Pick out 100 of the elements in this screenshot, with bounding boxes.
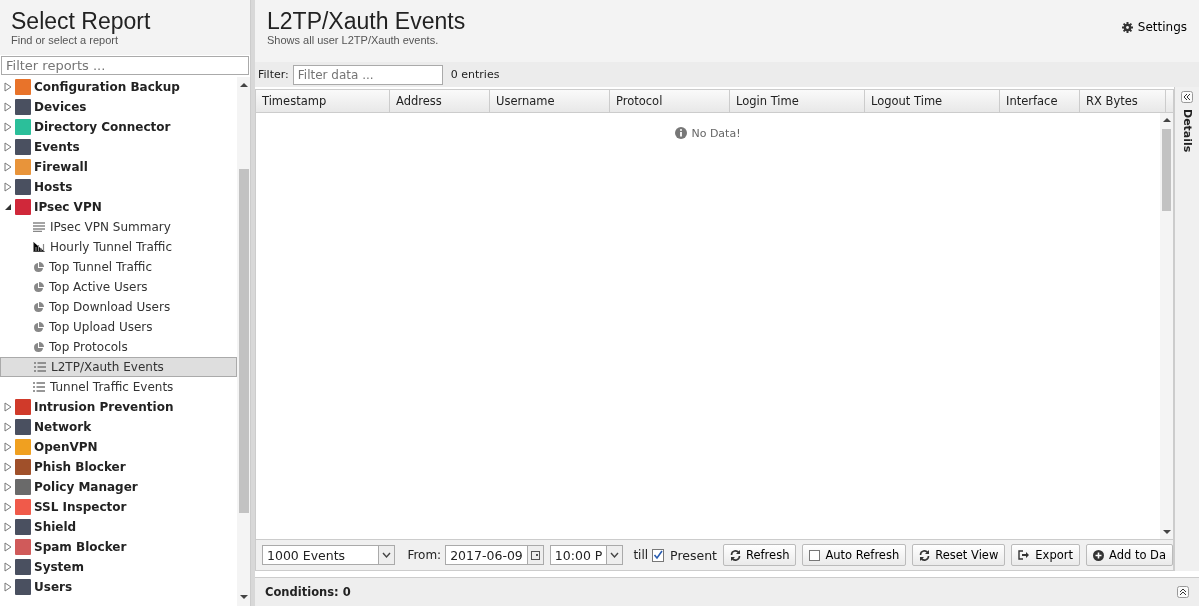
expand-arrow-icon[interactable]: [4, 542, 12, 552]
report-item[interactable]: Top Protocols: [0, 337, 237, 357]
bar-chart-icon: [33, 242, 45, 252]
toolbar-button[interactable]: Refresh: [723, 544, 797, 566]
column-header[interactable]: Address: [390, 90, 490, 112]
expand-panel-icon[interactable]: [1181, 91, 1193, 103]
filter-label: Filter:: [258, 68, 289, 81]
scroll-down-icon[interactable]: [1162, 529, 1171, 535]
report-item[interactable]: L2TP/Xauth Events: [0, 357, 237, 377]
expand-arrow-icon[interactable]: [4, 182, 12, 192]
expand-arrow-icon[interactable]: [4, 522, 12, 532]
checkbox-icon: [809, 549, 821, 561]
category-label[interactable]: Configuration Backup: [34, 80, 180, 94]
limit-select[interactable]: 1000 Events: [262, 545, 396, 565]
category-label[interactable]: Directory Connector: [34, 120, 171, 134]
expand-arrow-icon[interactable]: [4, 502, 12, 512]
expand-arrow-icon[interactable]: [4, 462, 12, 472]
category-label[interactable]: Shield: [34, 520, 77, 534]
column-header[interactable]: Username: [490, 90, 610, 112]
expand-arrow-icon[interactable]: [4, 82, 12, 92]
column-header[interactable]: Interface: [1000, 90, 1080, 112]
category-label[interactable]: System: [34, 560, 84, 574]
scroll-down-icon[interactable]: [239, 594, 248, 600]
column-header[interactable]: Protocol: [610, 90, 730, 112]
expand-arrow-icon[interactable]: [4, 482, 12, 492]
column-header[interactable]: Logout Time: [865, 90, 1000, 112]
date-field[interactable]: 2017-06-09: [445, 545, 544, 565]
till-label: till: [633, 548, 649, 562]
scroll-thumb[interactable]: [239, 169, 249, 513]
report-item[interactable]: Top Active Users: [0, 277, 237, 297]
scroll-thumb[interactable]: [1162, 129, 1171, 211]
empty-message: No Data!: [691, 127, 741, 140]
expand-arrow-icon[interactable]: [4, 122, 12, 132]
expand-arrow-icon[interactable]: [4, 582, 12, 592]
info-icon: [675, 127, 688, 139]
calendar-icon: [530, 550, 540, 560]
collapse-arrow-icon[interactable]: [4, 203, 12, 211]
scrollbar[interactable]: [1160, 113, 1173, 539]
category-label[interactable]: Users: [34, 580, 73, 594]
scroll-up-icon[interactable]: [239, 82, 248, 88]
scrollbar[interactable]: [237, 77, 250, 606]
from-label: From:: [407, 548, 442, 562]
scroll-up-icon[interactable]: [1162, 117, 1171, 123]
toolbar-button[interactable]: Export: [1011, 544, 1080, 566]
category-label[interactable]: Devices: [34, 100, 87, 114]
refresh-icon: [730, 549, 741, 561]
details-panel-title[interactable]: Details: [1180, 109, 1194, 153]
pie-chart-icon: [33, 281, 44, 293]
report-item[interactable]: Top Download Users: [0, 297, 237, 317]
category-label[interactable]: Spam Blocker: [34, 540, 127, 554]
sidebar-title: Select Report: [11, 8, 152, 34]
data-filter-field[interactable]: Filter data ...: [292, 64, 443, 85]
expand-arrow-icon[interactable]: [4, 142, 12, 152]
category-label[interactable]: Policy Manager: [34, 480, 138, 494]
report-item[interactable]: Top Tunnel Traffic: [0, 257, 237, 277]
category-label[interactable]: OpenVPN: [34, 440, 98, 454]
pie-chart-icon: [33, 301, 44, 313]
report-subtitle: Shows all user L2TP/Xauth events.: [267, 34, 440, 46]
category-label[interactable]: Phish Blocker: [34, 460, 126, 474]
category-label[interactable]: Firewall: [34, 160, 88, 174]
settings-icon: [1121, 21, 1133, 33]
toolbar-button[interactable]: Reset View: [912, 544, 1006, 566]
expand-panel-icon[interactable]: [1177, 586, 1189, 598]
caret-icon: [382, 551, 392, 559]
column-header[interactable]: Login Time: [730, 90, 865, 112]
refresh-icon: [919, 549, 931, 561]
category-label[interactable]: SSL Inspector: [34, 500, 127, 514]
expand-arrow-icon[interactable]: [4, 442, 12, 452]
expand-arrow-icon[interactable]: [4, 402, 12, 412]
text-lines-icon: [33, 222, 45, 232]
category-label[interactable]: Intrusion Prevention: [34, 400, 174, 414]
expand-arrow-icon[interactable]: [4, 562, 12, 572]
report-item[interactable]: Hourly Tunnel Traffic: [0, 237, 237, 257]
column-header[interactable]: RX Bytes: [1080, 90, 1166, 112]
present-checkbox[interactable]: [652, 548, 665, 562]
category-label[interactable]: IPsec VPN: [34, 200, 102, 214]
toolbar-button[interactable]: Auto Refresh: [802, 544, 907, 566]
present-label: Present: [670, 547, 717, 563]
report-title: L2TP/Xauth Events: [267, 8, 466, 34]
caret-icon: [610, 551, 620, 559]
toolbar-button[interactable]: Add to Da: [1085, 544, 1173, 566]
expand-arrow-icon[interactable]: [4, 162, 12, 172]
expand-arrow-icon[interactable]: [4, 422, 12, 432]
report-item[interactable]: Top Upload Users: [0, 317, 237, 337]
list-icon: [34, 362, 46, 372]
settings-button[interactable]: Settings: [1121, 20, 1187, 34]
report-item[interactable]: IPsec VPN Summary: [0, 217, 237, 237]
conditions-label: Conditions: 0: [265, 585, 351, 599]
report-filter-field[interactable]: Filter reports ...: [1, 56, 249, 75]
entries-count: 0 entries: [450, 68, 500, 81]
category-label[interactable]: Events: [34, 140, 80, 154]
export-icon: [1018, 550, 1031, 560]
sidebar-subtitle: Find or select a report: [11, 34, 119, 46]
pie-chart-icon: [33, 321, 44, 333]
column-header[interactable]: Timestamp: [256, 90, 390, 112]
category-label[interactable]: Network: [34, 420, 92, 434]
category-label[interactable]: Hosts: [34, 180, 73, 194]
time-select[interactable]: 10:00 P: [549, 545, 624, 565]
expand-arrow-icon[interactable]: [4, 102, 12, 112]
report-item[interactable]: Tunnel Traffic Events: [0, 377, 237, 397]
